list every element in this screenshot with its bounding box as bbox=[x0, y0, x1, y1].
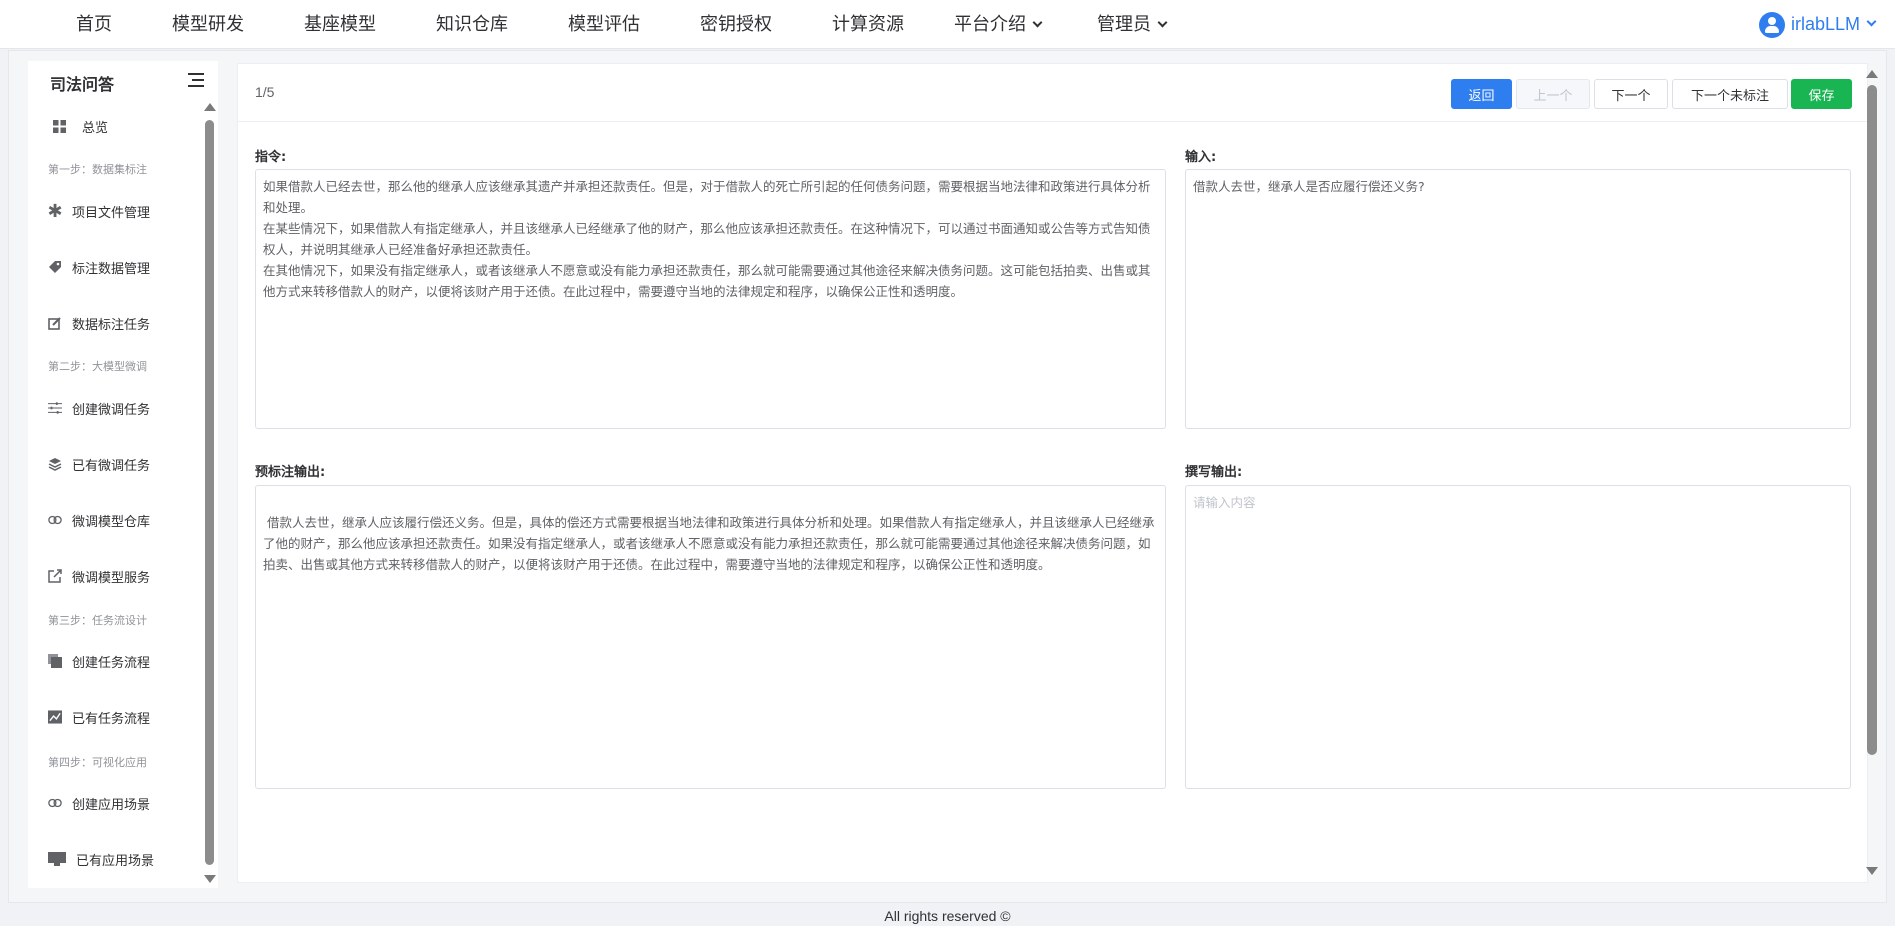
external-link-icon bbox=[48, 569, 62, 583]
sidebar-item-label: 已有应用场景 bbox=[76, 853, 155, 869]
nav-model-dev[interactable]: 模型研发 bbox=[172, 0, 244, 49]
sidebar-item-label-data[interactable]: 标注数据管理 bbox=[48, 253, 150, 281]
tag-icon bbox=[48, 260, 62, 274]
main-scroll-down-icon[interactable] bbox=[1866, 867, 1878, 875]
step-heading: 第一步：数据集标注 bbox=[48, 163, 147, 176]
prev-button[interactable]: 上一个 bbox=[1516, 79, 1590, 109]
user-name: irlabLLM bbox=[1790, 14, 1860, 34]
asterisk-icon: ✱ bbox=[47, 200, 63, 222]
sidebar-item-create-finetune[interactable]: 创建微调任务 bbox=[48, 394, 150, 422]
nav-evaluation[interactable]: 模型评估 bbox=[568, 0, 640, 49]
instruction-paragraph: 在某些情况下，如果借款人有指定继承人，并且该继承人已经继承了他的财产，那么他应该… bbox=[263, 221, 1151, 257]
sidebar-scroll-down-icon[interactable] bbox=[204, 875, 216, 883]
sidebar-scroll-up-icon[interactable] bbox=[204, 103, 216, 111]
sidebar-item-label: 创建应用场景 bbox=[72, 797, 151, 813]
chart-icon bbox=[48, 710, 62, 724]
annotation-panel: 1/5 返回 上一个 下一个 下一个未标注 保存 指令: 如果借款人已经去世，那… bbox=[237, 63, 1868, 883]
chevron-down-icon bbox=[1032, 17, 1043, 28]
sidebar-item-existing-flow[interactable]: 已有任务流程 bbox=[48, 703, 150, 731]
sidebar: 司法问答 总览 第一步：数据集标注 ✱ 项目文件管理 标注数据管理 数据标注任务… bbox=[28, 61, 218, 888]
next-unlabeled-button[interactable]: 下一个未标注 bbox=[1672, 79, 1788, 109]
sidebar-item-label: 总览 bbox=[82, 120, 109, 136]
step-heading: 第三步：任务流设计 bbox=[48, 614, 147, 627]
nav-platform-intro-label: 平台介绍 bbox=[954, 14, 1026, 35]
step-heading: 第四步：可视化应用 bbox=[48, 756, 147, 769]
sidebar-scrollbar[interactable] bbox=[205, 120, 214, 865]
sidebar-item-label-tasks[interactable]: 数据标注任务 bbox=[48, 309, 150, 337]
write-output-label: 撰写输出: bbox=[1185, 465, 1243, 480]
sidebar-item-existing-finetune[interactable]: 已有微调任务 bbox=[48, 450, 150, 478]
sidebar-title: 司法问答 bbox=[50, 75, 115, 94]
top-nav: 首页 模型研发 基座模型 知识仓库 模型评估 密钥授权 计算资源 平台介绍 管理… bbox=[0, 0, 1895, 49]
instruction-field[interactable]: 如果借款人已经去世，那么他的继承人应该继承其遗产并承担还款责任。但是，对于借款人… bbox=[255, 169, 1166, 429]
user-avatar-icon bbox=[1758, 11, 1785, 38]
main-scrollbar[interactable] bbox=[1867, 85, 1877, 755]
grid-icon bbox=[52, 119, 66, 133]
sliders-icon bbox=[48, 401, 62, 415]
sidebar-item-existing-app[interactable]: 已有应用场景 bbox=[48, 845, 154, 873]
sidebar-item-label: 标注数据管理 bbox=[72, 261, 151, 277]
edit-icon bbox=[48, 316, 62, 330]
annotation-toolbar: 1/5 返回 上一个 下一个 下一个未标注 保存 bbox=[238, 64, 1867, 122]
monitor-icon bbox=[48, 852, 66, 866]
pre-output-label: 预标注输出: bbox=[255, 465, 326, 480]
nav-admin[interactable]: 管理员 bbox=[1097, 0, 1168, 49]
sidebar-item-create-app[interactable]: 创建应用场景 bbox=[48, 789, 150, 817]
instruction-paragraph: 如果借款人已经去世，那么他的继承人应该继承其遗产并承担还款责任。但是，对于借款人… bbox=[263, 179, 1151, 215]
sidebar-item-model-service[interactable]: 微调模型服务 bbox=[48, 562, 150, 590]
back-button[interactable]: 返回 bbox=[1451, 79, 1512, 109]
nav-admin-label: 管理员 bbox=[1097, 14, 1151, 35]
chevron-down-icon bbox=[1866, 16, 1877, 27]
step-heading: 第二步：大模型微调 bbox=[48, 360, 147, 373]
sidebar-item-label: 数据标注任务 bbox=[72, 317, 151, 333]
input-text: 借款人去世，继承人是否应履行偿还义务? bbox=[1193, 179, 1425, 194]
sidebar-item-label: 项目文件管理 bbox=[72, 205, 151, 221]
nav-knowledge[interactable]: 知识仓库 bbox=[436, 0, 508, 49]
sidebar-item-overview[interactable]: 总览 bbox=[52, 112, 108, 140]
nav-keys[interactable]: 密钥授权 bbox=[700, 0, 772, 49]
write-output-placeholder: 请输入内容 bbox=[1193, 495, 1256, 510]
instruction-paragraph: 在其他情况下，如果没有指定继承人，或者该继承人不愿意或没有能力承担还款责任，那么… bbox=[263, 263, 1151, 299]
pre-output-text: 借款人去世，继承人应该履行偿还义务。但是，具体的偿还方式需要根据当地法律和政策进… bbox=[263, 515, 1155, 572]
chevron-down-icon bbox=[1157, 17, 1168, 28]
sidebar-item-model-repo[interactable]: 微调模型仓库 bbox=[48, 506, 150, 534]
layers-icon bbox=[48, 457, 62, 471]
sidebar-item-label: 已有任务流程 bbox=[72, 711, 151, 727]
nav-compute[interactable]: 计算资源 bbox=[832, 0, 904, 49]
sidebar-item-label: 已有微调任务 bbox=[72, 458, 151, 474]
input-label: 输入: bbox=[1185, 150, 1217, 165]
copy-icon bbox=[48, 654, 62, 668]
write-output-field[interactable]: 请输入内容 bbox=[1185, 485, 1851, 789]
menu-collapse-icon[interactable] bbox=[188, 73, 204, 87]
instruction-label: 指令: bbox=[255, 150, 287, 165]
link-icon bbox=[48, 513, 62, 527]
user-menu[interactable]: irlabLLM bbox=[1758, 0, 1877, 49]
nav-base-model[interactable]: 基座模型 bbox=[304, 0, 376, 49]
nav-platform-intro[interactable]: 平台介绍 bbox=[954, 0, 1043, 49]
nav-home[interactable]: 首页 bbox=[76, 0, 112, 49]
save-button[interactable]: 保存 bbox=[1791, 79, 1852, 109]
sidebar-item-label: 创建微调任务 bbox=[72, 402, 151, 418]
sidebar-item-label: 微调模型服务 bbox=[72, 570, 151, 586]
main-scroll-up-icon[interactable] bbox=[1866, 70, 1878, 78]
page-counter: 1/5 bbox=[255, 84, 275, 100]
input-field[interactable]: 借款人去世，继承人是否应履行偿还义务? bbox=[1185, 169, 1851, 429]
sidebar-item-label: 微调模型仓库 bbox=[72, 514, 151, 530]
sidebar-item-project-files[interactable]: ✱ 项目文件管理 bbox=[47, 197, 151, 225]
link-icon bbox=[48, 796, 62, 810]
sidebar-item-label: 创建任务流程 bbox=[72, 655, 151, 671]
pre-output-field[interactable]: 借款人去世，继承人应该履行偿还义务。但是，具体的偿还方式需要根据当地法律和政策进… bbox=[255, 485, 1166, 789]
footer-text: All rights reserved © bbox=[884, 908, 1011, 924]
next-button[interactable]: 下一个 bbox=[1594, 79, 1668, 109]
sidebar-item-create-flow[interactable]: 创建任务流程 bbox=[48, 647, 150, 675]
